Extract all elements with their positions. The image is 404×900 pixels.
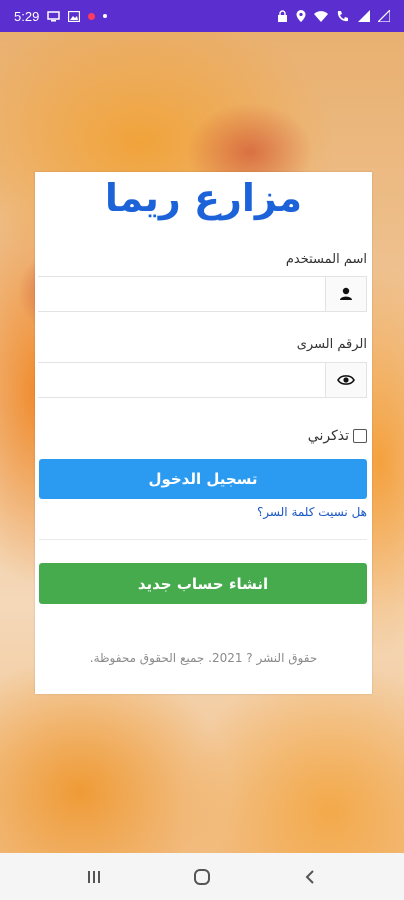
wifi-call-icon [337,11,348,22]
monitor-icon [47,10,61,21]
forgot-password-link[interactable]: هل نسيت كلمة السر؟ [257,505,367,519]
home-icon[interactable] [193,868,211,886]
username-addon [325,276,367,312]
app-title: مزارع ريما [104,176,303,220]
register-button[interactable]: انشاء حساب جديد [39,563,367,604]
status-bar: 5:29 [0,0,404,32]
eye-icon[interactable] [337,374,355,386]
password-toggle[interactable] [325,362,367,398]
login-card: مزارع ريما اسم المستخدم الرقم السرى تذكر… [35,172,372,694]
divider [39,539,367,540]
wifi-icon [314,11,328,22]
clock: 5:29 [14,8,40,24]
remember-me[interactable]: تذكرني [308,428,367,444]
password-field [38,362,367,398]
signal-icon-2 [378,10,390,22]
image-icon [68,10,81,22]
username-input[interactable] [38,277,325,311]
home-button[interactable] [182,862,222,892]
lock-icon [278,10,287,22]
recent-apps-icon[interactable] [86,869,102,885]
back-icon[interactable] [304,869,316,885]
password-label: الرقم السرى [296,337,367,352]
login-button[interactable]: تسجيل الدخول [39,459,367,499]
username-field [38,276,367,312]
password-input[interactable] [38,363,325,397]
copyright-text: حقوق النشر ? 2021. جميع الحقوق محفوظة. [89,651,318,665]
username-label: اسم المستخدم [285,252,367,267]
remember-label: تذكرني [307,428,349,444]
remember-checkbox[interactable] [353,429,367,443]
back-button[interactable] [290,862,330,892]
dot-icon [103,14,108,18]
record-icon [88,12,96,20]
recent-apps-button[interactable] [74,862,114,892]
navigation-bar [0,853,404,900]
user-icon [340,287,352,300]
signal-icon [358,10,370,22]
location-icon [296,10,306,22]
